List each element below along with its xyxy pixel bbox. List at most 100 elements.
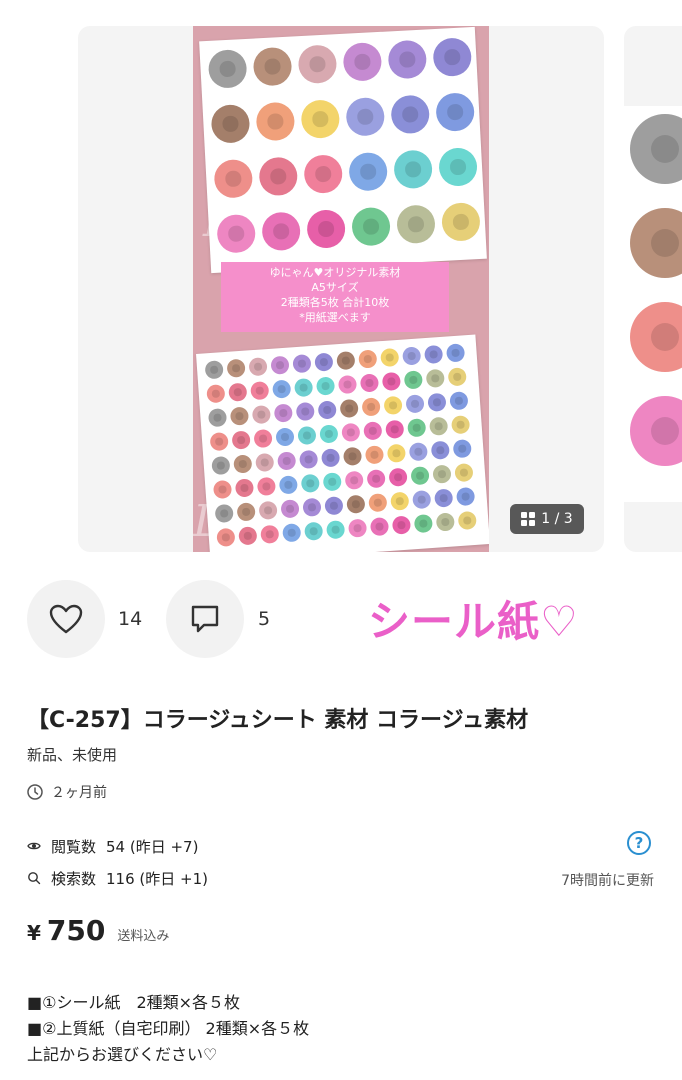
comment-count: 5 [258,608,271,630]
rose-sticker [233,454,253,474]
rose-sticker [341,422,361,443]
rose-sticker [363,421,383,441]
rose-sticker [206,384,226,404]
item-condition: 新品、未使用 [27,746,118,764]
rose-sticker [342,446,363,466]
rose-sticker [336,350,356,371]
gallery-slide-next[interactable] [624,26,682,552]
rose-sticker [303,154,344,195]
rose-sticker [299,449,319,470]
rose-sticker [258,500,278,520]
heart-icon [49,604,83,634]
rose-sticker [380,347,400,368]
comment-button[interactable] [166,580,244,658]
rose-sticker [277,451,297,471]
rose-sticker [408,442,428,462]
rose-sticker [364,445,385,465]
rose-sticker [457,510,477,531]
description-line-2: ■②上質紙（自宅印刷） 2種類×各５枚 [27,1019,310,1038]
rose-sticker [297,44,338,85]
rose-sticker [297,425,317,446]
rose-sticker [369,517,390,537]
promo-line-4: *用紙選べます [299,311,371,324]
rose-sticker [440,201,481,242]
rose-sticker [447,367,467,387]
searches-label: 検索数 [51,869,97,888]
rose-sticker [407,418,427,438]
image-gallery[interactable]: Le Li ne Le ゆにゃん♥オリジナル素材 A5サイズ 2種類各5枚 合計… [0,0,682,562]
rose-sticker [282,523,302,543]
rose-sticker [292,354,312,374]
rose-sticker [234,478,255,498]
rose-sticker [348,151,389,192]
page-indicator-text: 1 / 3 [541,511,573,527]
rose-sticker [261,211,302,252]
rose-sticker [383,395,403,416]
help-icon[interactable]: ? [627,831,651,855]
rose-sticker [275,427,295,447]
rose-sticker [386,443,407,463]
rose-sticker [229,406,250,426]
rose-sticker [324,496,344,516]
rose-sticker [314,352,334,372]
product-image[interactable]: Le Li ne Le ゆにゃん♥オリジナル素材 A5サイズ 2種類各5枚 合計… [193,26,489,552]
rose-sticker [339,398,359,419]
rose-sticker [351,206,392,247]
rose-sticker [347,518,368,538]
rose-sticker [300,473,320,493]
rose-sticker [322,472,342,492]
like-button[interactable] [27,580,105,658]
rose-sticker [294,377,314,398]
rose-sticker [255,452,275,473]
rose-sticker [393,149,434,190]
rose-sticker [429,416,449,436]
views-row: 閲覧数 54 (昨日 +7) [27,836,208,856]
rose-sticker [630,208,682,278]
gallery-slide-current[interactable]: Le Li ne Le ゆにゃん♥オリジナル素材 A5サイズ 2種類各5枚 合計… [78,26,604,552]
rose-sticker [452,439,472,459]
clock-icon [27,784,43,800]
item-stats: 閲覧数 54 (昨日 +7) 検索数 116 (昨日 +1) [27,836,208,900]
promo-line-2: A5サイズ [311,281,359,294]
rose-sticker [210,103,251,144]
like-count: 14 [118,608,143,630]
price-value: 750 [46,914,106,947]
sticker-sheet-preview-small [196,334,489,552]
rose-sticker [342,41,383,82]
rose-sticker [209,432,229,452]
rose-sticker [337,374,358,395]
views-label: 閲覧数 [51,837,97,856]
search-icon [28,872,41,885]
rose-sticker [368,493,388,513]
rose-sticker [320,448,341,468]
rose-sticker [204,360,224,380]
rose-sticker [273,403,293,423]
rose-sticker [445,343,466,363]
rose-sticker [326,520,346,540]
updated-time: 7時間前に更新 [561,873,654,889]
rose-sticker [207,48,248,89]
rose-sticker [432,464,452,484]
rose-sticker [630,396,682,466]
page-indicator-badge: 1 / 3 [510,504,584,534]
posted-time: ２ヶ月前 [51,785,107,801]
rose-sticker [214,503,234,524]
rose-sticker [405,394,425,414]
watermark: PIC•COLLAGE [416,537,483,546]
eye-icon [27,842,41,850]
rose-sticker [435,512,455,532]
action-bar: 14 5 シール紙♡ [0,580,682,660]
rose-sticker [450,415,471,435]
item-title: 【C-257】コラージュシート 素材 コラージュ素材 [27,708,529,733]
posted-time-row: ２ヶ月前 [27,782,107,802]
rose-sticker [295,401,315,422]
rose-sticker [253,428,273,449]
price-currency: ¥ [27,921,41,945]
rose-sticker [231,430,251,450]
rose-sticker [252,46,293,87]
rose-sticker [391,515,412,535]
rose-sticker [270,355,290,375]
rose-sticker [387,39,428,80]
price-row: ¥ 750 送料込み [27,914,169,947]
searches-value: 116 (昨日 +1) [106,869,208,888]
